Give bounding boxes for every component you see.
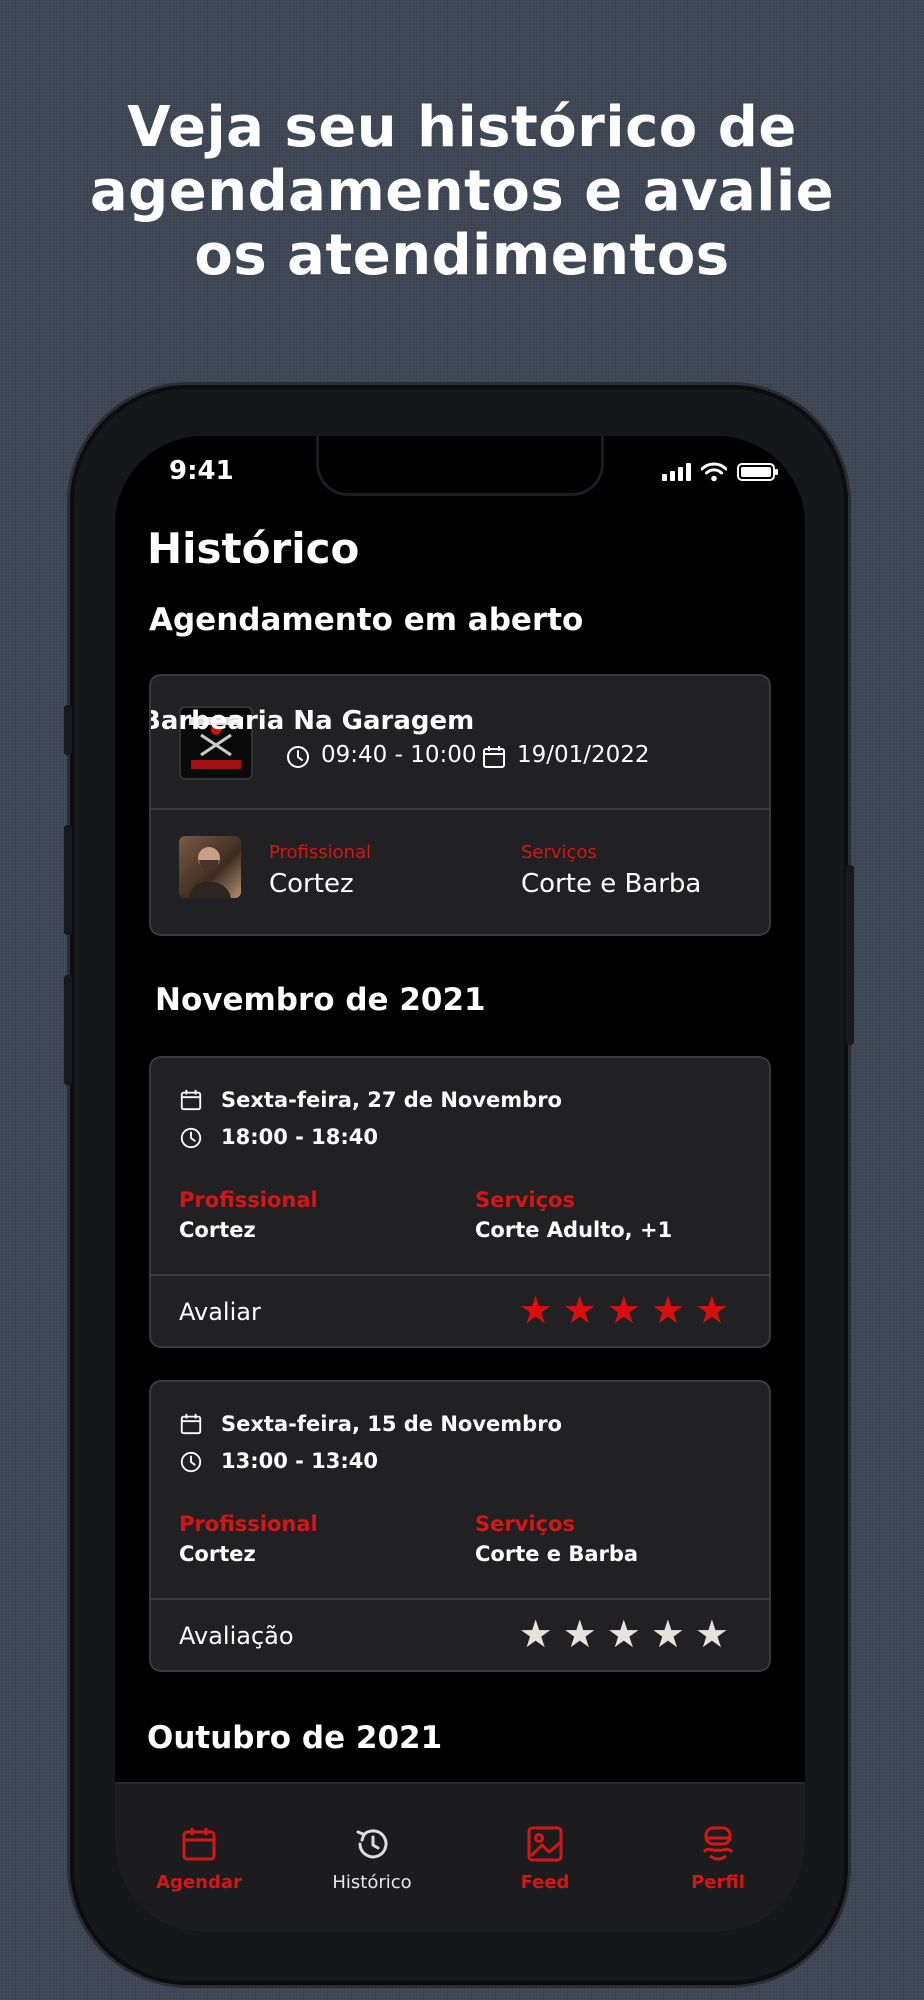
month-header-october: Outubro de 2021 <box>147 1720 443 1756</box>
history-card[interactable]: Sexta-feira, 27 de Novembro 18:00 - 18:4… <box>149 1056 771 1348</box>
tab-feed[interactable]: Feed <box>480 1824 610 1893</box>
calendar-icon <box>481 744 507 770</box>
headline-line-2: agendamentos e avalie <box>89 159 835 224</box>
phone-volume-up-button <box>64 825 72 935</box>
star-icon: ★ <box>606 1612 641 1656</box>
open-section-title: Agendamento em aberto <box>149 602 584 638</box>
rating-stars: ★ ★ ★ ★ ★ <box>519 1614 729 1654</box>
professional-label: Profissional <box>179 1512 318 1536</box>
tab-perfil-label: Perfil <box>691 1872 745 1893</box>
open-appointment-card[interactable]: Barbearia Na Garagem 09:40 - 10:00 19/01… <box>149 674 771 936</box>
card-divider <box>151 1598 769 1600</box>
star-icon: ★ <box>518 1612 553 1656</box>
phone-screen: 9:41 Histórico Agendamento em aberto Bar… <box>115 436 805 1932</box>
history-date: Sexta-feira, 15 de Novembro <box>221 1412 562 1436</box>
bottom-tab-bar: Agendar Histórico Feed Perfil <box>115 1782 805 1932</box>
headline: Veja seu histórico de agendamentos e ava… <box>0 96 924 288</box>
services-label: Serviços <box>475 1512 575 1536</box>
month-header-november: Novembro de 2021 <box>155 982 486 1018</box>
image-icon <box>527 1826 563 1862</box>
headline-line-1: Veja seu histórico de <box>127 95 797 160</box>
services-label: Serviços <box>521 842 597 863</box>
notch <box>316 436 604 496</box>
professional-name: Cortez <box>269 869 354 899</box>
open-appointment-time: 09:40 - 10:00 <box>321 742 477 768</box>
history-icon <box>356 1829 388 1859</box>
services-label: Serviços <box>475 1188 575 1212</box>
rating-label: Avaliação <box>179 1622 294 1650</box>
clock-icon <box>179 1126 203 1150</box>
star-icon: ★ <box>562 1612 597 1656</box>
battery-icon <box>737 463 778 481</box>
phone-volume-down-button <box>64 975 72 1085</box>
tab-historico-label: Histórico <box>332 1872 412 1893</box>
rate-label: Avaliar <box>179 1298 261 1326</box>
star-icon[interactable]: ★ <box>519 1290 553 1330</box>
shop-name: Barbearia Na Garagem <box>149 706 475 736</box>
star-icon: ★ <box>694 1612 729 1656</box>
star-icon: ★ <box>650 1612 685 1656</box>
tab-agendar-label: Agendar <box>156 1872 242 1893</box>
star-icon[interactable]: ★ <box>695 1290 729 1330</box>
professional-avatar <box>179 836 241 898</box>
status-icons <box>662 462 778 482</box>
history-card[interactable]: Sexta-feira, 15 de Novembro 13:00 - 13:4… <box>149 1380 771 1672</box>
history-date: Sexta-feira, 27 de Novembro <box>221 1088 562 1112</box>
professional-label: Profissional <box>179 1188 318 1212</box>
tab-agendar[interactable]: Agendar <box>134 1824 264 1893</box>
services-value: Corte e Barba <box>521 869 702 899</box>
wifi-icon <box>701 462 727 482</box>
calendar-icon <box>182 1828 216 1861</box>
clock-icon <box>285 744 311 770</box>
star-icon[interactable]: ★ <box>607 1290 641 1330</box>
professional-name: Cortez <box>179 1542 256 1566</box>
star-icon[interactable]: ★ <box>563 1290 597 1330</box>
star-icon[interactable]: ★ <box>651 1290 685 1330</box>
clock-icon <box>179 1450 203 1474</box>
tab-historico[interactable]: Histórico <box>307 1824 437 1893</box>
professional-name: Cortez <box>179 1218 256 1242</box>
status-time: 9:41 <box>169 456 234 486</box>
open-appointment-date: 19/01/2022 <box>517 742 650 768</box>
barber-profile-icon <box>702 1826 734 1861</box>
services-value: Corte e Barba <box>475 1542 639 1566</box>
professional-label: Profissional <box>269 842 372 863</box>
calendar-icon <box>179 1412 203 1436</box>
history-time: 18:00 - 18:40 <box>221 1125 379 1149</box>
card-divider <box>151 808 769 810</box>
card-divider <box>151 1274 769 1276</box>
rating-stars[interactable]: ★ ★ ★ ★ ★ <box>519 1290 729 1330</box>
calendar-icon <box>179 1088 203 1112</box>
tab-perfil[interactable]: Perfil <box>653 1824 783 1893</box>
phone-power-button <box>846 865 854 1045</box>
cellular-signal-icon <box>662 463 691 481</box>
services-value: Corte Adulto, +1 <box>475 1218 673 1242</box>
headline-line-3: os atendimentos <box>194 223 730 288</box>
phone-side-button <box>64 705 72 755</box>
tab-feed-label: Feed <box>520 1872 570 1893</box>
history-time: 13:00 - 13:40 <box>221 1449 379 1473</box>
page-title: Histórico <box>147 524 360 573</box>
